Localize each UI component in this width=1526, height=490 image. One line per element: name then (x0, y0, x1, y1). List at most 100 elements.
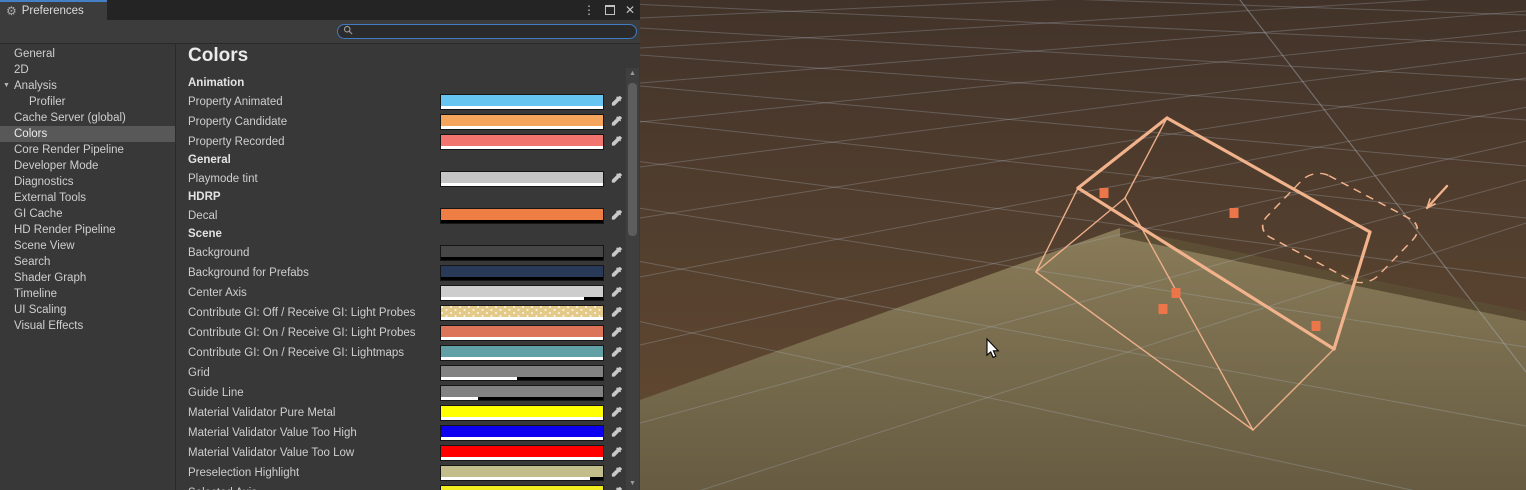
eyedropper-icon[interactable] (609, 208, 624, 223)
color-row-guide-line: Guide Line (176, 383, 626, 403)
sidebar-item-core-render-pipeline[interactable]: Core Render Pipeline (0, 142, 175, 158)
sidebar-item-label: Colors (14, 128, 47, 140)
sidebar-item-analysis[interactable]: ▼ Analysis (0, 78, 175, 94)
sidebar-item-timeline[interactable]: Timeline (0, 286, 175, 302)
eyedropper-icon[interactable] (609, 265, 624, 280)
color-swatch[interactable] (440, 365, 604, 381)
eyedropper-icon[interactable] (609, 285, 624, 300)
sidebar-item-label: General (14, 48, 55, 60)
color-swatch[interactable] (440, 465, 604, 481)
eyedropper-icon[interactable] (609, 345, 624, 360)
eyedropper-icon[interactable] (609, 405, 624, 420)
scrollbar[interactable]: ▲ ▼ (626, 68, 639, 490)
sidebar-item-developer-mode[interactable]: Developer Mode (0, 158, 175, 174)
section-header-hdrp: HDRP (176, 189, 626, 206)
scroll-down-icon[interactable]: ▼ (626, 478, 639, 490)
sidebar-item-search[interactable]: Search (0, 254, 175, 270)
sidebar-item-label: Developer Mode (14, 160, 98, 172)
sidebar: General 2D ▼ Analysis Profiler Cache Server (… (0, 44, 176, 490)
color-label: Material Validator Value Too Low (188, 443, 354, 463)
color-swatch[interactable] (440, 385, 604, 401)
color-swatch[interactable] (440, 171, 604, 187)
sidebar-item-shader-graph[interactable]: Shader Graph (0, 270, 175, 286)
scrollbar-thumb[interactable] (628, 83, 637, 236)
color-swatch[interactable] (440, 405, 604, 421)
sidebar-item-label: Visual Effects (14, 320, 83, 332)
sidebar-item-colors[interactable]: Colors (0, 126, 175, 142)
eyedropper-icon[interactable] (609, 94, 624, 109)
titlebar: ⚙ Preferences ⋮ ✕ (0, 0, 640, 20)
unity-editor: ⚙ Preferences ⋮ ✕ General 2D ▼ Analysis Prof… (0, 0, 1526, 490)
maximize-icon[interactable] (605, 5, 615, 15)
alpha-bar (441, 397, 603, 400)
color-swatch[interactable] (440, 134, 604, 150)
eyedropper-icon[interactable] (609, 114, 624, 129)
sidebar-item-external-tools[interactable]: External Tools (0, 190, 175, 206)
eyedropper-icon[interactable] (609, 305, 624, 320)
page-title: Colors (188, 45, 248, 67)
sidebar-item-gi-cache[interactable]: GI Cache (0, 206, 175, 222)
search-box[interactable] (337, 24, 637, 39)
section-header-scene: Scene (176, 226, 626, 243)
sidebar-item-diagnostics[interactable]: Diagnostics (0, 174, 175, 190)
eyedropper-icon[interactable] (609, 445, 624, 460)
toolbar (0, 20, 640, 44)
color-row-property-candidate: Property Candidate (176, 112, 626, 132)
color-swatch[interactable] (440, 425, 604, 441)
search-input[interactable] (354, 26, 636, 38)
sidebar-item-general[interactable]: General (0, 46, 175, 62)
sidebar-item-label: UI Scaling (14, 304, 66, 316)
sidebar-item-cache-server-global[interactable]: Cache Server (global) (0, 110, 175, 126)
color-label: Contribute GI: On / Receive GI: Light Pr… (188, 323, 416, 343)
color-swatch[interactable] (440, 265, 604, 281)
sidebar-item-hd-render-pipeline[interactable]: HD Render Pipeline (0, 222, 175, 238)
window-tab-preferences[interactable]: ⚙ Preferences (0, 0, 107, 20)
sidebar-item-label: Timeline (14, 288, 57, 300)
sidebar-item-scene-view[interactable]: Scene View (0, 238, 175, 254)
eyedropper-icon[interactable] (609, 425, 624, 440)
eyedropper-icon[interactable] (609, 485, 624, 490)
eyedropper-icon[interactable] (609, 465, 624, 480)
color-swatch[interactable] (440, 114, 604, 130)
menu-dots-icon[interactable]: ⋮ (583, 4, 595, 16)
eyedropper-icon[interactable] (609, 325, 624, 340)
foldout-triangle-icon[interactable]: ▼ (3, 82, 10, 89)
eyedropper-icon[interactable] (609, 171, 624, 186)
dotted-texture (441, 306, 603, 317)
eyedropper-icon[interactable] (609, 365, 624, 380)
color-swatch[interactable] (440, 94, 604, 110)
color-label: Background for Prefabs (188, 263, 309, 283)
color-swatch[interactable] (440, 445, 604, 461)
sidebar-item-label: 2D (14, 64, 29, 76)
alpha-bar (441, 417, 603, 420)
sidebar-item-label: Shader Graph (14, 272, 86, 284)
color-swatch[interactable] (440, 485, 604, 490)
sidebar-item-profiler[interactable]: Profiler (0, 94, 175, 110)
color-label: Background (188, 243, 249, 263)
color-label: Grid (188, 363, 210, 383)
sidebar-item-label: Search (14, 256, 50, 268)
sidebar-item-ui-scaling[interactable]: UI Scaling (0, 302, 175, 318)
close-icon[interactable]: ✕ (625, 4, 635, 16)
sidebar-item-2d[interactable]: 2D (0, 62, 175, 78)
alpha-bar (441, 257, 603, 260)
unity-scene-viewport[interactable] (640, 0, 1526, 490)
eyedropper-icon[interactable] (609, 385, 624, 400)
color-swatch[interactable] (440, 208, 604, 224)
sidebar-item-label: Profiler (29, 96, 65, 108)
color-swatch[interactable] (440, 325, 604, 341)
color-label: Selected Axis (188, 483, 257, 490)
sidebar-item-label: Analysis (14, 80, 57, 92)
eyedropper-icon[interactable] (609, 245, 624, 260)
eyedropper-icon[interactable] (609, 134, 624, 149)
color-swatch[interactable] (440, 285, 604, 301)
color-row-contribute-gi-on-receive-gi-light-probes: Contribute GI: On / Receive GI: Light Pr… (176, 323, 626, 343)
sidebar-item-visual-effects[interactable]: Visual Effects (0, 318, 175, 334)
color-swatch[interactable] (440, 245, 604, 261)
alpha-bar (441, 357, 603, 360)
color-swatch[interactable] (440, 305, 604, 321)
color-swatch[interactable] (440, 345, 604, 361)
scroll-up-icon[interactable]: ▲ (626, 68, 639, 80)
scene-view-canvas[interactable] (640, 0, 1526, 490)
section-header-animation: Animation (176, 75, 626, 92)
